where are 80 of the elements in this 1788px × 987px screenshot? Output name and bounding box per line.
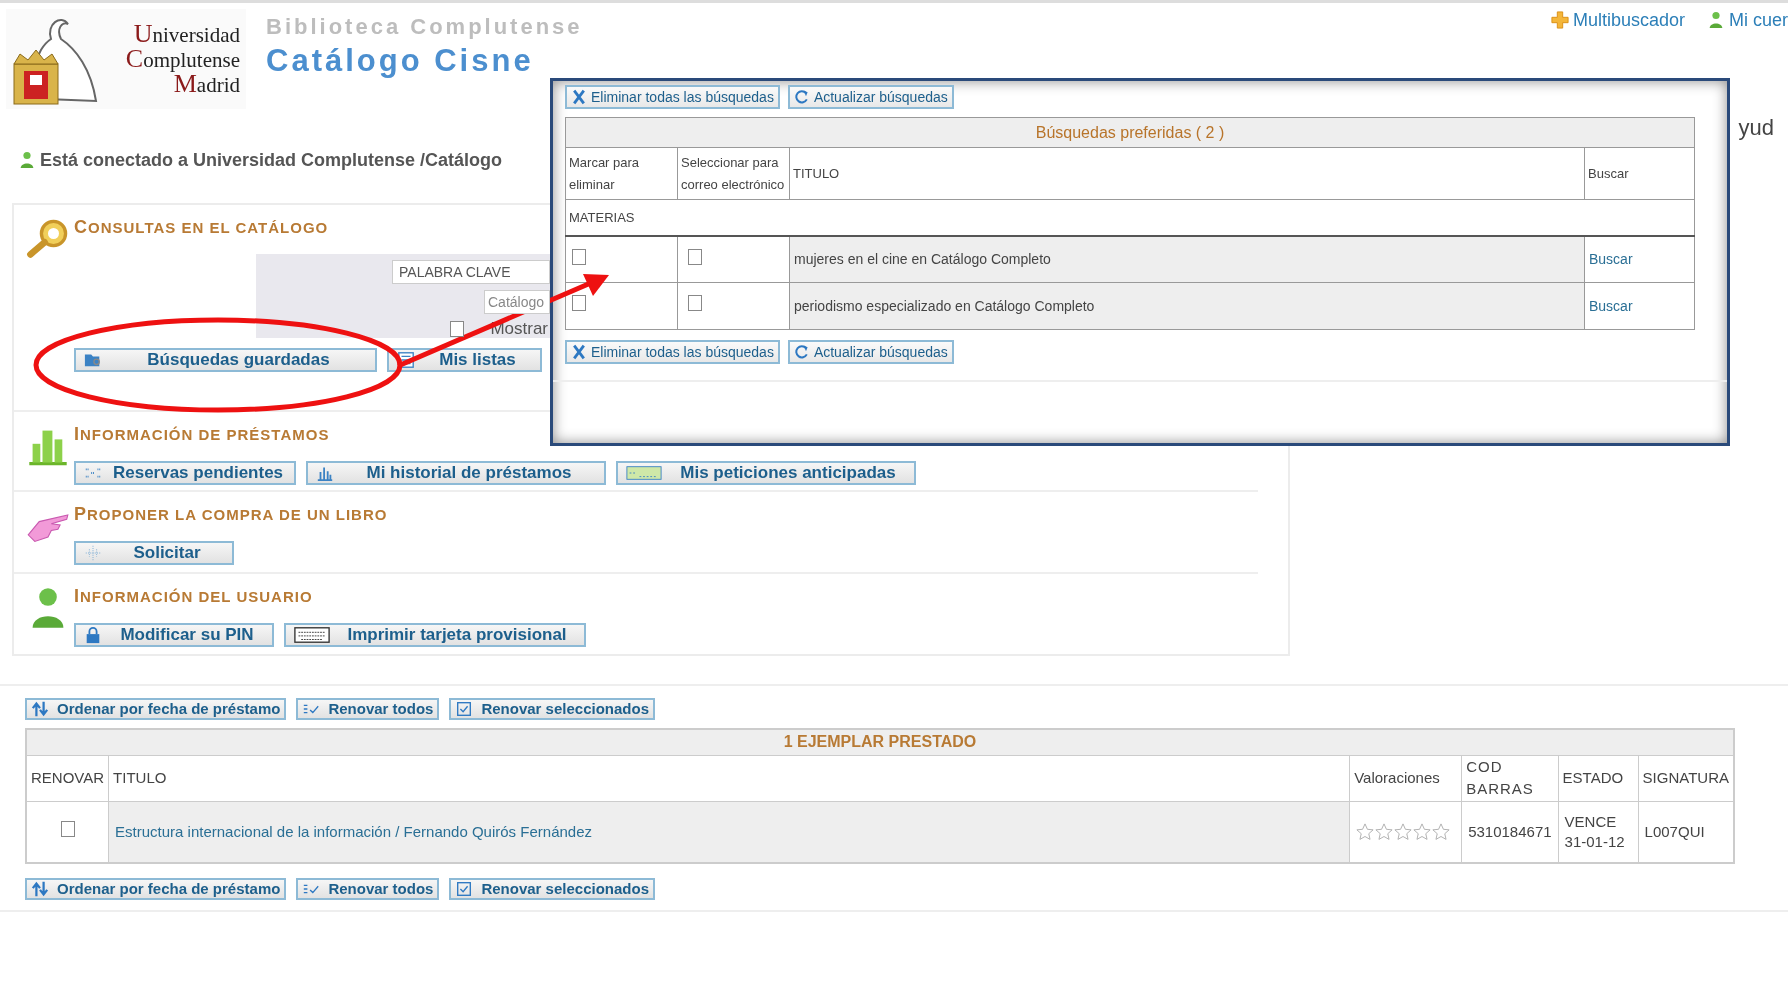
action-button[interactable]: Eliminar todas las búsquedas: [565, 85, 780, 109]
close-icon: [571, 344, 587, 360]
action-button[interactable]: Ordenar por fecha de préstamo: [25, 698, 287, 720]
top-link[interactable]: Mi cuer: [1707, 8, 1788, 32]
magnifier-icon: [26, 217, 70, 261]
column-header: COD BARRAS: [1461, 755, 1559, 801]
action-button[interactable]: Renovar todos: [296, 878, 440, 900]
action-button[interactable]: Mis listas: [387, 348, 542, 372]
action-button[interactable]: Modificar su PIN: [74, 623, 274, 647]
action-button[interactable]: Actualizar búsquedas: [787, 85, 954, 109]
checkbox[interactable]: [688, 295, 702, 311]
logo-text: Universidad: [133, 21, 240, 47]
star-icon: [1375, 822, 1394, 841]
logo-text: Complutense: [125, 46, 240, 72]
action-button[interactable]: Ordenar por fecha de préstamo: [25, 878, 287, 900]
close-icon: [571, 89, 587, 105]
star-icon: [1394, 822, 1413, 841]
search-link[interactable]: Buscar: [1589, 250, 1633, 267]
column-header: Seleccionar para correo electrónico: [677, 147, 790, 200]
help-link-text[interactable]: yud: [1738, 111, 1774, 143]
person-icon: [18, 151, 36, 169]
status-cell: VENCE 31-01-12: [1558, 801, 1639, 863]
search-title-cell: periodismo especializado en Catálogo Completo: [789, 282, 1585, 330]
column-header: RENOVAR: [26, 755, 109, 801]
checkbox[interactable]: [572, 295, 586, 311]
refresh-icon: [793, 344, 810, 360]
column-header: Buscar: [1584, 147, 1695, 200]
card-icon: [626, 464, 662, 482]
checkbox[interactable]: [572, 248, 586, 265]
section-title: INFORMACIÓN DEL USUARIO: [74, 586, 313, 607]
section-title: INFORMACIÓN DE PRÉSTAMOS: [74, 424, 330, 445]
book-title-link[interactable]: Estructura internacional de la información / Fernando Quirós Fernández: [115, 822, 592, 840]
action-button[interactable]: Imprimir tarjeta provisional: [284, 623, 586, 647]
group-label: MATERIAS: [565, 199, 1695, 236]
search-title-cell: mujeres en el cine en Catálogo Completo: [789, 235, 1585, 283]
action-button[interactable]: Solicitar: [74, 541, 234, 565]
barcode-cell: 5310184671: [1461, 801, 1559, 863]
star-icon: [1356, 822, 1375, 841]
lock-icon: [84, 626, 102, 644]
site-title: Catálogo Cisne: [266, 42, 535, 80]
column-header: Marcar para eliminar: [565, 147, 678, 200]
action-button[interactable]: Eliminar todas las búsquedas: [565, 340, 780, 364]
section-title: PROPONER LA COMPRA DE UN LIBRO: [74, 504, 388, 525]
logo-text: Madrid: [173, 71, 240, 97]
column-header: TITULO: [108, 755, 1350, 801]
signature-cell: L007QUI: [1638, 801, 1734, 863]
grid-icon: [84, 544, 102, 562]
sort-arrows-icon: [31, 700, 49, 718]
table-caption: 1 EJEMPLAR PRESTADO: [26, 729, 1734, 755]
checkbox-icon: [455, 700, 474, 718]
action-button[interactable]: Reservas pendientes: [74, 461, 296, 485]
catalog-select[interactable]: Catálogo: [484, 290, 550, 314]
refresh-icon: [793, 89, 810, 105]
sort-arrows-icon: [31, 880, 49, 898]
connection-status: Está conectado a Universidad Complutense /Catálogo: [40, 148, 503, 172]
star-icon: [1432, 822, 1451, 841]
site-subtitle: Biblioteca Complutense: [266, 13, 583, 41]
action-button[interactable]: Renovar seleccionados: [449, 698, 655, 720]
checkbox[interactable]: [450, 320, 465, 337]
table-caption: Búsquedas preferidas ( 2 ): [565, 117, 1695, 148]
top-link[interactable]: Multibuscador: [1550, 8, 1685, 32]
section-title: CONSULTAS EN EL CATÁLOGO: [74, 217, 329, 238]
checkbox[interactable]: [60, 820, 75, 837]
checkbox-icon: [455, 880, 474, 898]
keyword-field[interactable]: PALABRA CLAVE: [392, 260, 550, 284]
action-button[interactable]: Renovar seleccionados: [449, 878, 655, 900]
star-icon: [1413, 822, 1432, 841]
search-link[interactable]: Buscar: [1589, 297, 1633, 314]
action-button[interactable]: Mis peticiones anticipadas: [616, 461, 916, 485]
column-header: ESTADO: [1558, 755, 1639, 801]
keyboard-icon: [294, 626, 330, 644]
plus-icon: [1550, 11, 1569, 29]
column-header: TITULO: [789, 147, 1585, 200]
action-button[interactable]: Mi historial de préstamos: [306, 461, 606, 485]
column-header: Valoraciones: [1349, 755, 1462, 801]
person-icon: [1707, 11, 1725, 29]
action-button[interactable]: Actualizar búsquedas: [787, 340, 954, 364]
checkbox[interactable]: [688, 248, 702, 265]
action-button[interactable]: Renovar todos: [296, 698, 440, 720]
action-button[interactable]: Búsquedas guardadas: [74, 348, 377, 372]
